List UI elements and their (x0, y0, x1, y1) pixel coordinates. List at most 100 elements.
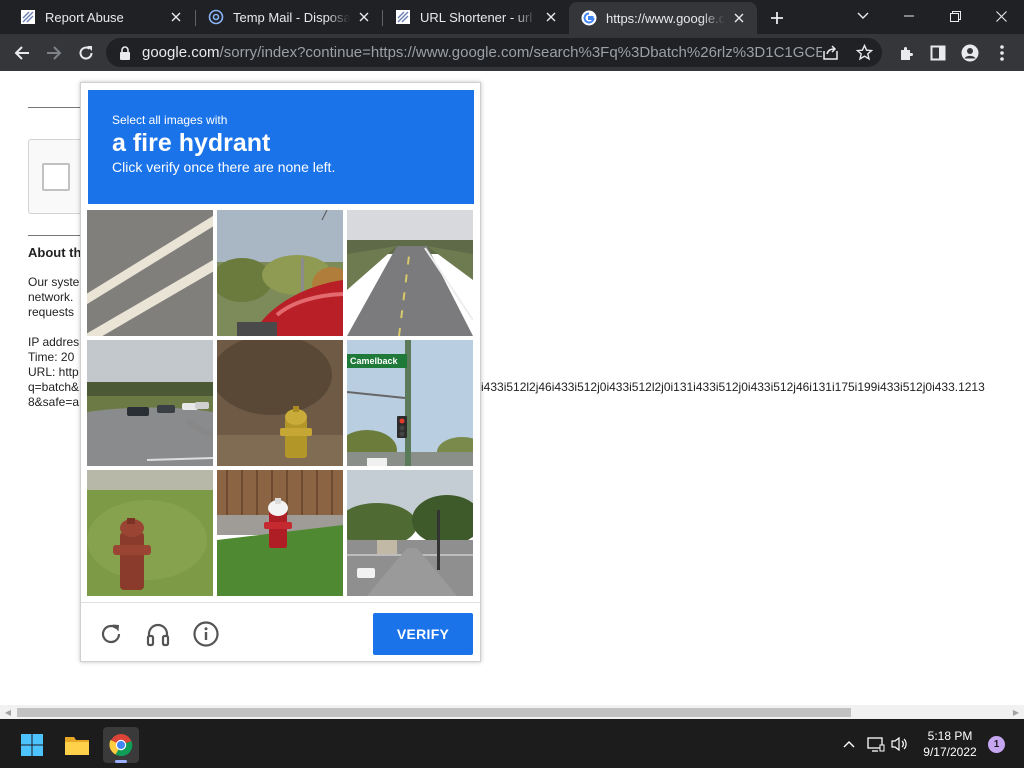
share-icon (823, 45, 838, 60)
image-tile-yellow-fire-hydrant[interactable] (217, 340, 343, 466)
volume-button[interactable] (889, 733, 911, 755)
close-icon[interactable] (731, 10, 747, 26)
hatch-favicon-icon (21, 10, 35, 24)
close-icon[interactable] (543, 9, 559, 25)
close-icon[interactable] (168, 9, 184, 25)
more-vert-icon (1000, 45, 1004, 61)
back-button[interactable] (8, 39, 36, 67)
chrome-taskbar-button[interactable] (103, 727, 139, 763)
image-tile-car-roof-trees[interactable] (217, 210, 343, 336)
system-clock[interactable]: 5:18 PM 9/17/2022 (920, 728, 980, 760)
divider (28, 235, 88, 236)
image-tile-street-crossing-trees[interactable] (347, 470, 473, 596)
image-tile-highway-road[interactable] (347, 210, 473, 336)
scrollbar-thumb[interactable] (17, 708, 851, 717)
arrow-right-icon (47, 46, 62, 60)
forward-button[interactable] (40, 39, 68, 67)
file-explorer-button[interactable] (59, 727, 95, 763)
star-icon (855, 43, 874, 61)
tab-title: https://www.google.com (606, 10, 725, 26)
address-bar[interactable]: google.com/sorry/index?continue=https://… (106, 38, 882, 67)
windows-logo-icon (21, 734, 43, 756)
scroll-left-arrow-icon[interactable]: ◀ (3, 708, 13, 717)
audio-challenge-button[interactable] (143, 619, 173, 649)
image-tile-red-hydrant-grass[interactable] (87, 470, 213, 596)
instruction-small: Select all images with (112, 113, 228, 127)
explanation-text: Our syste network. requests IP addres Ti… (28, 275, 80, 409)
at-sign-favicon-icon (208, 9, 224, 25)
network-button[interactable] (865, 733, 887, 755)
tab-google-active[interactable]: https://www.google.com (569, 2, 757, 34)
divider (28, 107, 88, 108)
url-host: google.com (142, 44, 220, 61)
recaptcha-challenge-dialog: Select all images with a fire hydrant Cl… (80, 82, 481, 662)
tab-report-abuse[interactable]: Report Abuse (8, 0, 194, 34)
speaker-icon (891, 736, 907, 752)
tab-temp-mail[interactable]: Temp Mail - Disposable (196, 0, 382, 34)
reload-icon (101, 624, 121, 644)
restore-button[interactable] (932, 0, 978, 32)
help-button[interactable] (191, 619, 221, 649)
share-button[interactable] (822, 44, 839, 66)
network-icon (867, 737, 885, 752)
chevron-up-icon (843, 741, 855, 748)
reload-challenge-button[interactable] (96, 619, 126, 649)
close-icon[interactable] (356, 9, 372, 25)
minimize-icon (904, 15, 914, 17)
tab-url-shortener[interactable]: URL Shortener - url short (383, 0, 569, 34)
tab-title: Temp Mail - Disposable (233, 9, 350, 25)
verify-button[interactable]: VERIFY (373, 613, 473, 655)
menu-button[interactable] (988, 39, 1016, 67)
close-window-button[interactable] (978, 0, 1024, 32)
about-heading: About th (28, 245, 82, 260)
image-tile-road-lane-lines[interactable] (87, 210, 213, 336)
chrome-icon (109, 734, 133, 757)
clock-date: 9/17/2022 (923, 745, 977, 759)
profile-button[interactable] (956, 39, 984, 67)
url-path: /sorry/index?continue=https://www.google… (219, 44, 822, 61)
tab-title: Report Abuse (45, 9, 124, 25)
scroll-right-arrow-icon[interactable]: ▶ (1011, 708, 1021, 717)
extensions-button[interactable] (892, 39, 920, 67)
new-tab-button[interactable] (766, 7, 788, 29)
minimize-button[interactable] (886, 0, 932, 32)
plus-icon (771, 12, 783, 24)
headphones-icon (146, 623, 170, 647)
google-favicon-icon (581, 10, 597, 26)
side-panel-button[interactable] (924, 39, 952, 67)
url-overflow-text: i433i512l2j46i433i512j0i433i512l2j0i131i… (481, 380, 985, 394)
notification-badge[interactable]: 1 (988, 736, 1005, 753)
hatch-favicon-icon (396, 10, 410, 24)
image-grid: Camelback (87, 210, 474, 597)
url-text: google.com/sorry/index?continue=https://… (142, 44, 822, 61)
tab-strip: Report Abuse Temp Mail - Disposable URL … (0, 0, 1024, 34)
image-tile-intersection-cars[interactable] (87, 340, 213, 466)
footer-divider (81, 602, 480, 603)
active-indicator (115, 760, 127, 763)
tab-title: URL Shortener - url short (420, 9, 537, 25)
start-button[interactable] (14, 727, 50, 763)
lock-icon[interactable] (118, 45, 132, 60)
info-icon (193, 621, 219, 647)
reload-button[interactable] (72, 39, 100, 67)
chevron-down-icon (857, 12, 869, 19)
challenge-header: Select all images with a fire hydrant Cl… (88, 90, 474, 204)
reload-icon (79, 46, 93, 60)
arrow-left-icon (14, 46, 29, 60)
recaptcha-checkbox[interactable] (42, 163, 70, 191)
tab-search-button[interactable] (840, 0, 886, 32)
street-sign-text: Camelback (350, 356, 399, 366)
image-tile-traffic-light-street-sign[interactable]: Camelback (347, 340, 473, 466)
image-tile-red-hydrant-fence[interactable] (217, 470, 343, 596)
horizontal-scrollbar[interactable]: ◀ ▶ (0, 705, 1024, 719)
side-panel-icon (930, 45, 946, 61)
browser-toolbar: google.com/sorry/index?continue=https://… (0, 34, 1024, 71)
show-hidden-icons-button[interactable] (838, 733, 860, 755)
restore-icon (949, 10, 961, 22)
challenge-target: a fire hydrant (112, 129, 271, 157)
windows-taskbar: 5:18 PM 9/17/2022 1 (0, 719, 1024, 768)
bookmark-button[interactable] (855, 43, 874, 66)
puzzle-icon (900, 46, 913, 60)
instruction-hint: Click verify once there are none left. (112, 159, 336, 175)
folder-icon (65, 737, 89, 755)
